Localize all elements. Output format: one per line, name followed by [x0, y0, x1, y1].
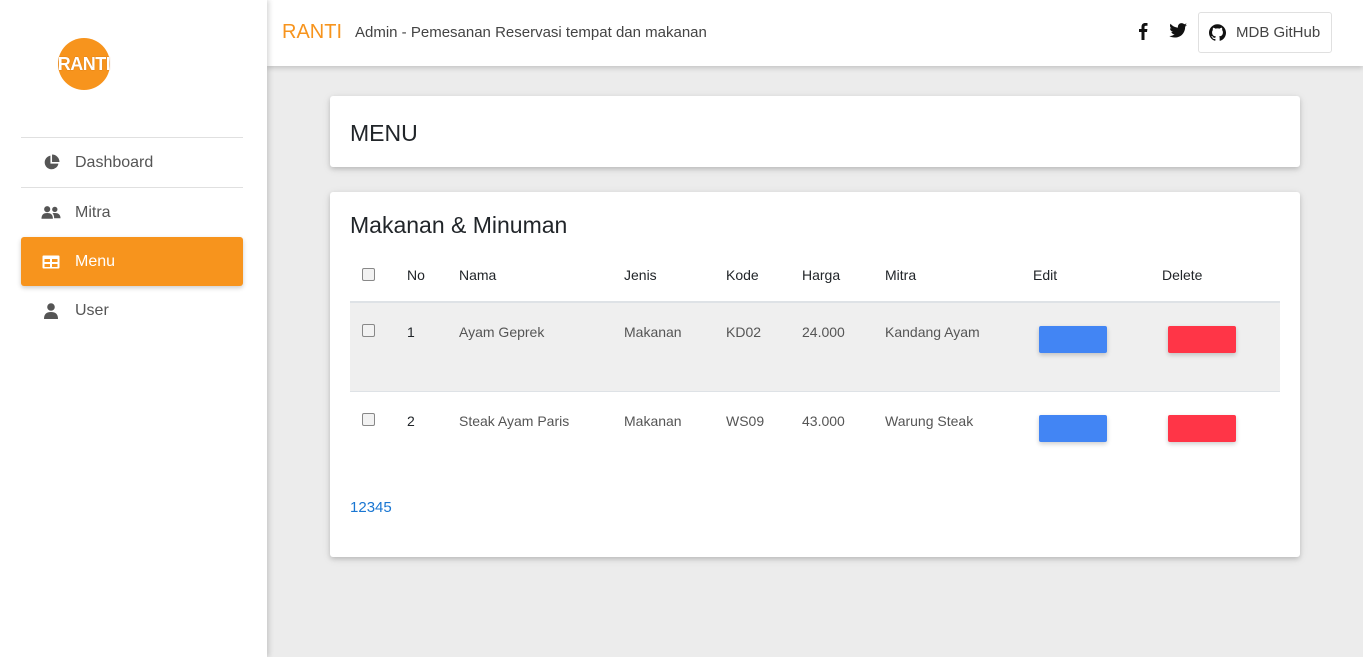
cell-jenis: Makanan	[624, 390, 726, 480]
logo[interactable]: RANTI	[58, 38, 112, 92]
cell-mitra: Warung Steak	[885, 390, 1033, 480]
edit-button[interactable]	[1039, 414, 1107, 442]
table-row: 2 Steak Ayam Paris Makanan WS09 43.000 W…	[350, 390, 1280, 480]
cell-kode: WS09	[726, 390, 802, 480]
sidebar-item-mitra[interactable]: Mitra	[21, 188, 243, 237]
cell-nama: Steak Ayam Paris	[459, 390, 624, 480]
column-header-edit: Edit	[1033, 248, 1162, 303]
cell-edit	[1033, 301, 1162, 391]
sidebar-item-label: Dashboard	[75, 153, 154, 171]
select-all-checkbox[interactable]	[362, 267, 375, 281]
table-row: 1 Ayam Geprek Makanan KD02 24.000 Kandan…	[350, 301, 1280, 391]
page-subtitle: Admin - Pemesanan Reservasi tempat dan m…	[355, 24, 707, 41]
cell-nama: Ayam Geprek	[459, 301, 624, 391]
cell-jenis: Makanan	[624, 301, 726, 391]
header-select-cell	[350, 248, 407, 303]
brand-link[interactable]: RANTI	[282, 21, 342, 44]
user-icon	[41, 302, 61, 319]
cell-harga: 24.000	[802, 301, 885, 391]
sidebar-item-label: Mitra	[75, 203, 111, 221]
users-icon	[41, 205, 61, 221]
page-link-3[interactable]: 3	[367, 499, 375, 516]
menu-table-card: Makanan & Minuman No Nama Jenis Kode Har…	[330, 192, 1300, 557]
sidebar-item-label: Menu	[75, 252, 116, 270]
table-icon	[41, 254, 61, 270]
cell-no: 2	[407, 390, 459, 480]
row-checkbox[interactable]	[362, 412, 375, 426]
cell-harga: 43.000	[802, 390, 885, 480]
pagination: 1 2 3 4 5	[350, 499, 392, 516]
cell-mitra: Kandang Ayam	[885, 301, 1033, 391]
twitter-icon[interactable]	[1169, 23, 1187, 39]
logo-badge: RANTI	[57, 38, 111, 90]
sidebar-item-label: User	[75, 301, 109, 319]
cell-kode: KD02	[726, 301, 802, 391]
cell-edit	[1033, 390, 1162, 480]
column-header-nama: Nama	[459, 248, 624, 303]
delete-button[interactable]	[1168, 414, 1236, 442]
github-icon	[1209, 24, 1226, 41]
page-link-4[interactable]: 4	[375, 499, 383, 516]
sidebar-item-menu[interactable]: Menu	[21, 237, 243, 286]
row-select-cell	[350, 390, 407, 480]
column-header-kode: Kode	[726, 248, 802, 303]
delete-button[interactable]	[1168, 326, 1236, 353]
column-header-delete: Delete	[1162, 248, 1280, 303]
sidebar-item-dashboard[interactable]: Dashboard	[21, 138, 243, 187]
menu-heading-card: MENU	[330, 96, 1300, 167]
cell-no: 1	[407, 301, 459, 391]
github-label: MDB GitHub	[1236, 24, 1321, 41]
sidebar: RANTI Dashboard Mitra Menu User	[0, 0, 267, 657]
github-button[interactable]: MDB GitHub	[1198, 12, 1332, 53]
column-header-no: No	[407, 248, 459, 303]
page-link-5[interactable]: 5	[383, 499, 391, 516]
table-title: Makanan & Minuman	[350, 212, 568, 238]
cell-delete	[1162, 390, 1280, 480]
logo-text: RANTI	[57, 53, 111, 74]
page-title: MENU	[350, 120, 418, 146]
column-header-mitra: Mitra	[885, 248, 1033, 303]
column-header-harga: Harga	[802, 248, 885, 303]
table-header-row: No Nama Jenis Kode Harga Mitra Edit Dele…	[350, 248, 1280, 303]
row-select-cell	[350, 301, 407, 391]
menu-table: No Nama Jenis Kode Harga Mitra Edit Dele…	[350, 248, 1280, 480]
row-checkbox[interactable]	[362, 324, 375, 337]
facebook-icon[interactable]	[1136, 22, 1150, 40]
page-link-2[interactable]: 2	[358, 499, 366, 516]
page-link-1[interactable]: 1	[350, 499, 358, 516]
edit-button[interactable]	[1039, 326, 1107, 353]
cell-delete	[1162, 301, 1280, 391]
sidebar-item-user[interactable]: User	[21, 286, 243, 335]
topbar: RANTI Admin - Pemesanan Reservasi tempat…	[267, 0, 1363, 66]
pie-chart-icon	[41, 154, 61, 171]
sidebar-nav: Dashboard Mitra Menu User	[21, 137, 243, 335]
column-header-jenis: Jenis	[624, 248, 726, 303]
